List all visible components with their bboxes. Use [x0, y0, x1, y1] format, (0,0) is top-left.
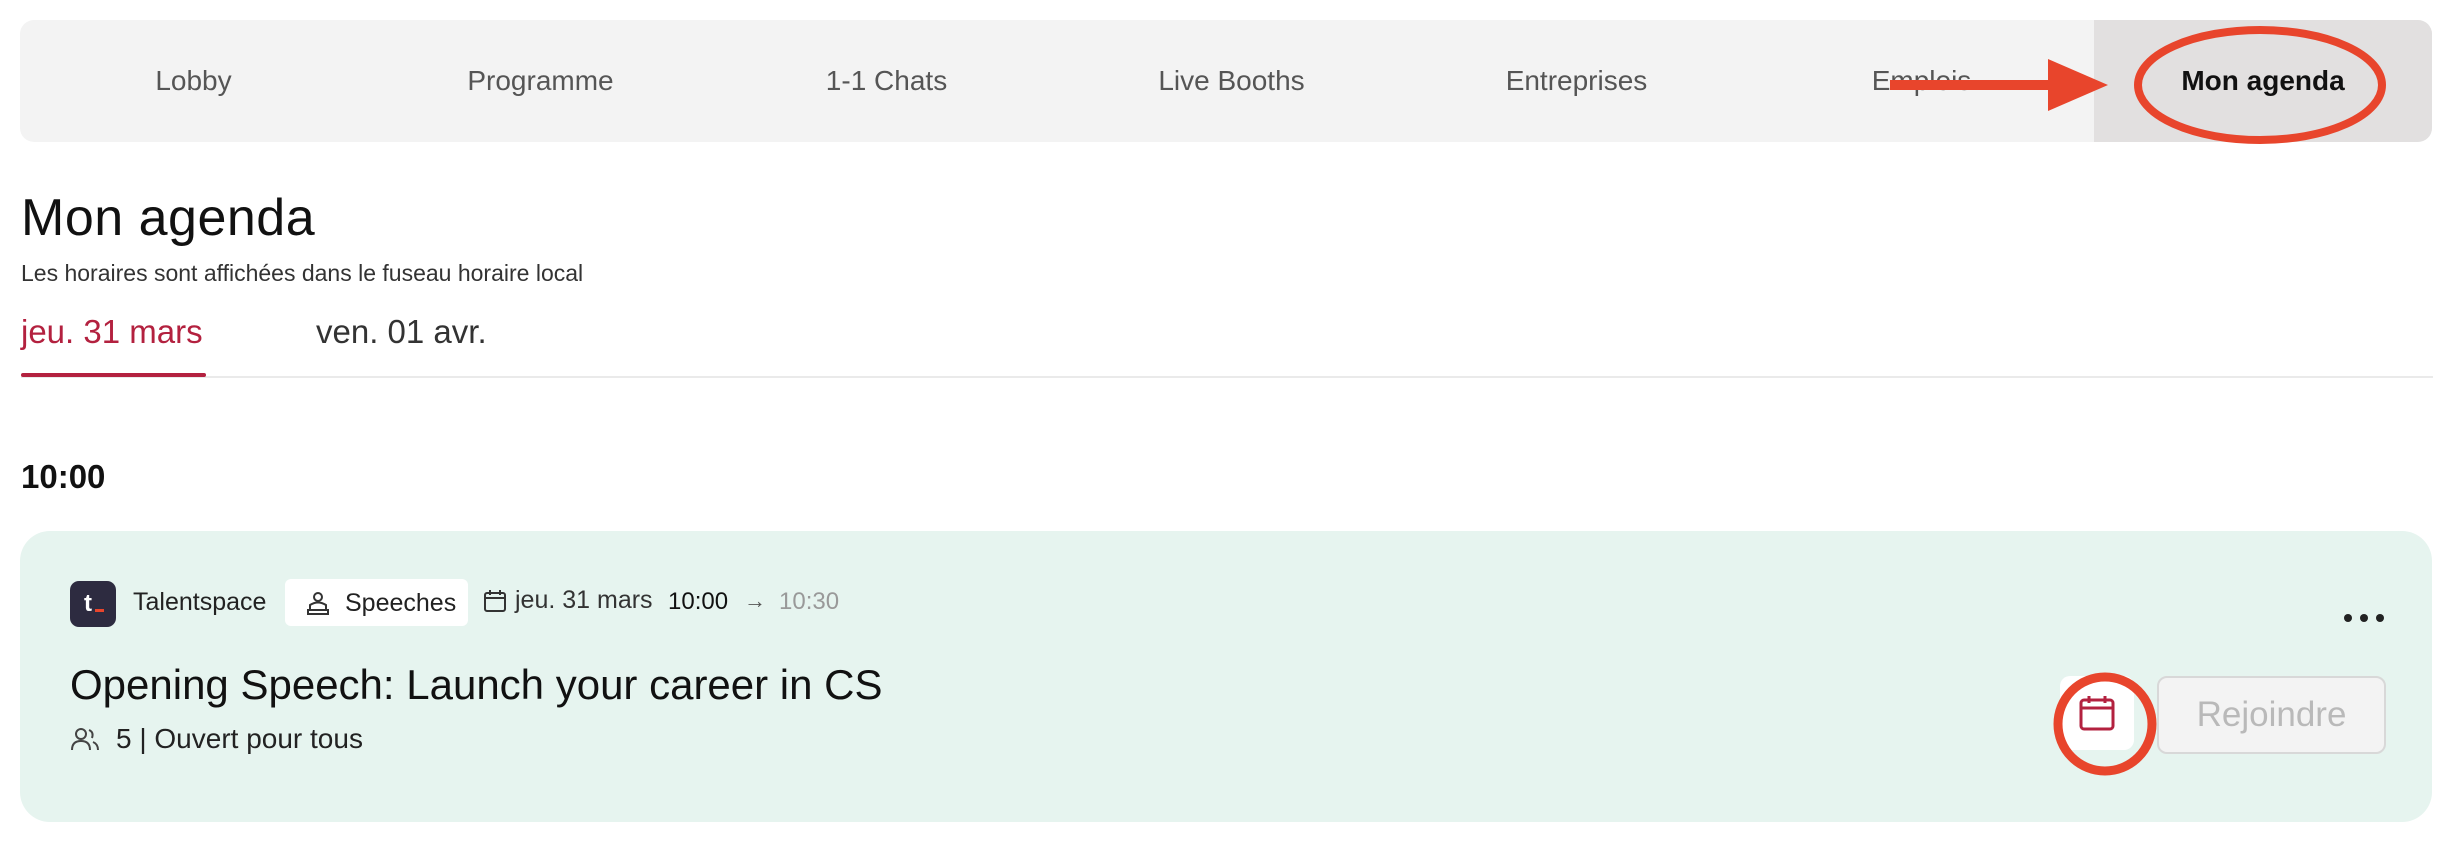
- nav-item-entreprises[interactable]: Entreprises: [1404, 20, 1749, 142]
- join-button[interactable]: Rejoindre: [2157, 676, 2386, 754]
- attendees-label: 5 | Ouvert pour tous: [116, 723, 363, 754]
- page-title: Mon agenda: [21, 189, 316, 247]
- session-type-chip: Speeches: [285, 579, 468, 626]
- nav-item-mon-agenda[interactable]: Mon agenda: [2094, 20, 2432, 142]
- nav-item-lobby[interactable]: Lobby: [20, 20, 367, 142]
- nav-item-chats[interactable]: 1-1 Chats: [714, 20, 1059, 142]
- calendar-icon: [484, 589, 506, 612]
- nav-item-live-booths[interactable]: Live Booths: [1059, 20, 1404, 142]
- svg-text:t: t: [84, 590, 92, 617]
- tab-day-friday[interactable]: ven. 01 avr.: [316, 313, 487, 351]
- session-type-label: Speeches: [345, 589, 457, 617]
- session-title[interactable]: Opening Speech: Launch your career in CS: [70, 661, 883, 709]
- active-tab-indicator: [21, 373, 206, 377]
- time-slot-heading: 10:00: [21, 458, 106, 495]
- attendees-info: 5 | Ouvert pour tous: [70, 723, 363, 755]
- more-horizontal-icon[interactable]: [2340, 603, 2388, 633]
- organizer-name: Talentspace: [133, 588, 267, 616]
- top-navigation: Lobby Programme 1-1 Chats Live Booths En…: [20, 20, 2432, 142]
- presenter-icon: [307, 592, 329, 615]
- session-date-label: jeu. 31 mars: [515, 586, 653, 614]
- talentspace-logo: t: [70, 581, 116, 627]
- timezone-note: Les horaires sont affichées dans le fuse…: [21, 260, 584, 286]
- nav-item-programme[interactable]: Programme: [367, 20, 714, 142]
- users-icon: [71, 728, 99, 751]
- session-date: jeu. 31 mars: [483, 586, 653, 615]
- tabs-divider: [21, 376, 2433, 378]
- time-arrow-icon: →: [744, 588, 766, 613]
- session-start-time: 10:00: [668, 588, 729, 615]
- calendar-icon: [2079, 696, 2115, 731]
- session-card[interactable]: t Talentspace Speeches jeu. 31 mars 10:0…: [20, 531, 2432, 822]
- nav-item-emplois[interactable]: Emplois: [1749, 20, 2094, 142]
- session-end-time: 10:30: [779, 588, 840, 615]
- tab-day-thursday[interactable]: jeu. 31 mars: [21, 313, 203, 351]
- add-to-calendar-button[interactable]: [2060, 676, 2134, 750]
